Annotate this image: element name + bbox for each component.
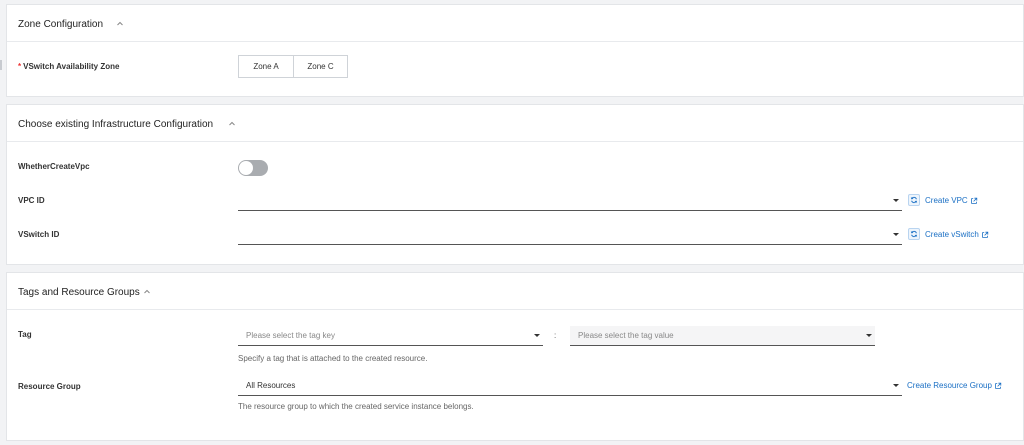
- tags-resource-groups-header[interactable]: Tags and Resource Groups: [7, 273, 1023, 310]
- vswitch-zone-label: * VSwitch Availability Zone: [18, 62, 119, 71]
- external-link-icon: [995, 382, 1002, 389]
- tag-hint: Specify a tag that is attached to the cr…: [238, 354, 428, 363]
- chevron-up-icon[interactable]: [115, 19, 125, 29]
- required-mark: *: [18, 62, 22, 71]
- chevron-up-icon[interactable]: [227, 119, 237, 129]
- tag-key-placeholder: Please select the tag key: [246, 331, 335, 340]
- create-vswitch-link-text: Create vSwitch: [925, 230, 979, 239]
- infrastructure-header[interactable]: Choose existing Infrastructure Configura…: [7, 105, 1023, 142]
- caret-down-icon: [893, 384, 899, 387]
- tag-separator: :: [554, 331, 557, 340]
- vpc-id-label: VPC ID: [18, 196, 45, 205]
- vpc-id-select[interactable]: [238, 191, 902, 211]
- caret-down-icon: [534, 334, 540, 337]
- left-edge-marker: [0, 60, 2, 70]
- vswitch-zone-label-text: VSwitch Availability Zone: [23, 62, 120, 71]
- zone-configuration-panel: Zone Configuration * VSwitch Availability…: [6, 4, 1024, 97]
- caret-down-icon: [893, 233, 899, 236]
- zone-c-button[interactable]: Zone C: [293, 56, 347, 77]
- refresh-vpc-button[interactable]: [908, 194, 920, 206]
- tag-value-select[interactable]: Please select the tag value: [570, 326, 875, 346]
- caret-down-icon: [866, 334, 872, 337]
- panel-title: Choose existing Infrastructure Configura…: [18, 119, 214, 130]
- vswitch-id-select[interactable]: [238, 225, 902, 245]
- panel-title: Tags and Resource Groups: [18, 287, 140, 298]
- toggle-knob: [239, 161, 253, 175]
- create-vpc-toggle[interactable]: [238, 160, 268, 176]
- zone-a-button[interactable]: Zone A: [239, 56, 293, 77]
- refresh-icon: [910, 196, 918, 204]
- resource-group-hint: The resource group to which the created …: [238, 402, 474, 411]
- create-vpc-link-text: Create VPC: [925, 196, 968, 205]
- create-vpc-link[interactable]: Create VPC: [925, 196, 978, 205]
- refresh-icon: [910, 230, 918, 238]
- resource-group-label: Resource Group: [18, 382, 81, 391]
- external-link-icon: [981, 231, 988, 238]
- tag-label: Tag: [18, 330, 32, 339]
- zone-configuration-header[interactable]: Zone Configuration: [7, 5, 1023, 42]
- create-resource-group-link-text: Create Resource Group: [907, 381, 992, 390]
- resource-group-select[interactable]: All Resources: [238, 376, 902, 396]
- vswitch-id-label: VSwitch ID: [18, 230, 60, 239]
- caret-down-icon: [893, 199, 899, 202]
- tag-key-select[interactable]: Please select the tag key: [238, 326, 543, 346]
- create-resource-group-link[interactable]: Create Resource Group: [907, 381, 1002, 390]
- create-vpc-label: WhetherCreateVpc: [18, 162, 90, 171]
- zone-selector: Zone A Zone C: [238, 55, 348, 78]
- refresh-vswitch-button[interactable]: [908, 228, 920, 240]
- chevron-up-icon[interactable]: [142, 287, 152, 297]
- tag-value-placeholder: Please select the tag value: [578, 331, 674, 340]
- resource-group-value: All Resources: [246, 381, 296, 390]
- panel-title: Zone Configuration: [18, 19, 104, 30]
- create-vswitch-link[interactable]: Create vSwitch: [925, 230, 989, 239]
- external-link-icon: [970, 197, 977, 204]
- tags-resource-groups-panel: Tags and Resource Groups Tag Please sele…: [6, 272, 1024, 441]
- infrastructure-panel: Choose existing Infrastructure Configura…: [6, 104, 1024, 265]
